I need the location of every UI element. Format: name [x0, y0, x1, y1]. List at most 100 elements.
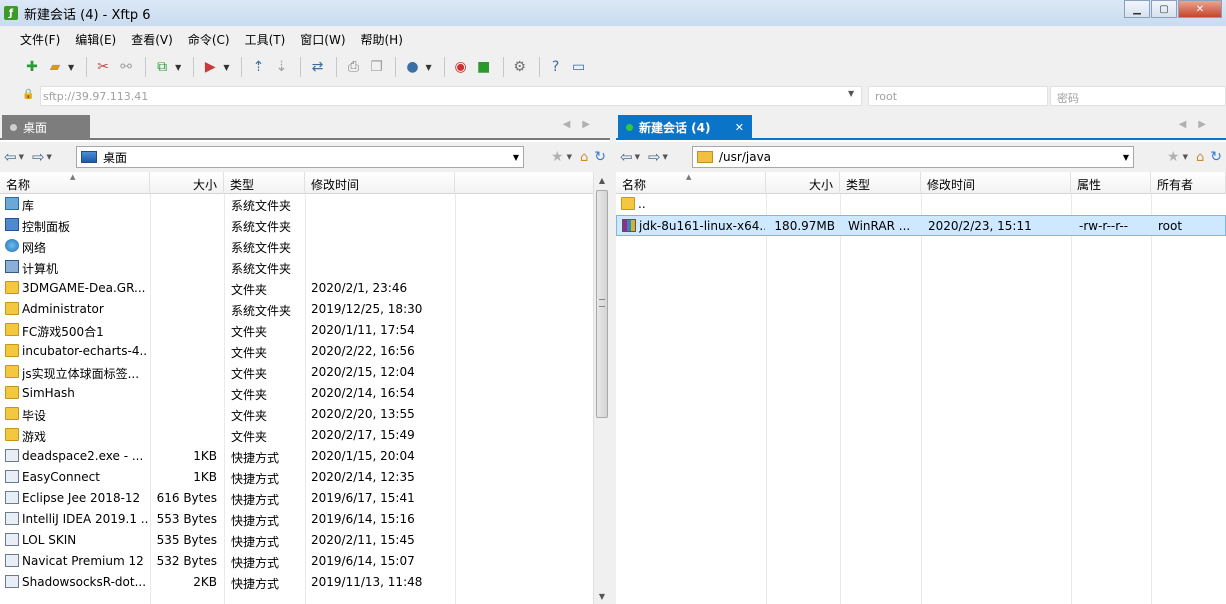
disconnect-icon[interactable]: ✂: [93, 57, 113, 77]
terminal-dropdown-icon[interactable]: ▼: [223, 63, 229, 72]
file-row[interactable]: Eclipse Jee 2018-12 616 Bytes 快捷方式 2019/6/1…: [0, 488, 610, 509]
forward-arrow-icon[interactable]: ⇨: [32, 148, 45, 166]
path-dropdown-icon[interactable]: ▼: [1123, 153, 1129, 162]
scroll-down-icon[interactable]: ▼: [594, 588, 610, 604]
xshell-icon[interactable]: ◉: [451, 57, 471, 77]
file-row[interactable]: deadspace2.exe - ... 1KB 快捷方式 2020/1/15, 20…: [0, 446, 610, 467]
menu-tools[interactable]: 工具(T): [245, 31, 286, 48]
globe-dropdown-icon[interactable]: ▼: [425, 63, 431, 72]
file-row[interactable]: Administrator 系统文件夹 2019/12/25, 18:30: [0, 299, 610, 320]
file-row[interactable]: 游戏 文件夹 2020/2/17, 15:49: [0, 425, 610, 446]
copy-icon[interactable]: ❐: [366, 57, 386, 77]
file-row[interactable]: 库 系统文件夹: [0, 194, 610, 215]
bookmark-star-icon[interactable]: ★: [551, 149, 564, 165]
remote-path-input[interactable]: /usr/java ▼: [692, 146, 1134, 168]
file-row[interactable]: IntelliJ IDEA 2019.1 ... 553 Bytes 快捷方式 201…: [0, 509, 610, 530]
tab-local-desktop[interactable]: 桌面: [2, 115, 90, 140]
column-header-size[interactable]: 大小: [766, 172, 840, 194]
column-header-type[interactable]: 类型: [224, 172, 305, 194]
close-button[interactable]: ✕: [1178, 0, 1222, 18]
column-header-attributes[interactable]: 属性: [1071, 172, 1151, 194]
refresh-icon[interactable]: ↻: [594, 149, 606, 165]
file-modified-cell: 2020/2/14, 12:35: [311, 470, 415, 484]
file-row[interactable]: FC游戏500合1 文件夹 2020/1/11, 17:54: [0, 320, 610, 341]
username-input[interactable]: root: [868, 86, 1048, 106]
tab-scroll-arrows-icon[interactable]: ◀▶: [1179, 119, 1218, 130]
file-row[interactable]: jdk-8u161-linux-x64... 180.97MB WinRAR ...…: [616, 215, 1226, 236]
upload-icon[interactable]: ⇡: [248, 57, 268, 77]
refresh-icon[interactable]: ↻: [1210, 149, 1222, 165]
local-path-input[interactable]: 桌面 ▼: [76, 146, 524, 168]
forward-dropdown-icon[interactable]: ▼: [663, 153, 668, 161]
column-header-owner[interactable]: 所有者: [1151, 172, 1226, 194]
menu-view[interactable]: 查看(V): [131, 31, 173, 48]
chat-icon[interactable]: ▭: [569, 57, 589, 77]
back-arrow-icon[interactable]: ⇦: [620, 148, 633, 166]
minimize-button[interactable]: ▁: [1124, 0, 1150, 18]
file-row[interactable]: ..: [616, 194, 1226, 215]
download-icon[interactable]: ⇣: [271, 57, 291, 77]
forward-dropdown-icon[interactable]: ▼: [47, 153, 52, 161]
toolbar-separator: [538, 57, 540, 77]
file-row[interactable]: ShadowsocksR-dot... 2KB 快捷方式 2019/11/13, 11…: [0, 572, 610, 593]
column-header-modified[interactable]: 修改时间: [305, 172, 455, 194]
back-arrow-icon[interactable]: ⇦: [4, 148, 17, 166]
xftp-app-icon[interactable]: ƒ: [4, 6, 18, 20]
column-header-size[interactable]: 大小: [150, 172, 224, 194]
file-row[interactable]: 控制面板 系统文件夹: [0, 215, 610, 236]
globe-icon[interactable]: ●: [402, 57, 422, 77]
column-header-name[interactable]: 名称 ▲: [0, 172, 150, 194]
tab-close-icon[interactable]: ✕: [735, 121, 744, 134]
menu-command[interactable]: 命令(C): [188, 31, 230, 48]
xftp-icon[interactable]: ■: [474, 57, 494, 77]
tab-remote-session[interactable]: 新建会话 (4) ✕: [618, 115, 752, 140]
scroll-thumb[interactable]: [596, 190, 608, 418]
scroll-up-icon[interactable]: ▲: [594, 172, 610, 188]
terminal-icon[interactable]: ▶: [200, 57, 220, 77]
bookmark-star-icon[interactable]: ★: [1167, 149, 1180, 165]
settings-gear-icon[interactable]: ⚙: [510, 57, 530, 77]
file-row[interactable]: EasyConnect 1KB 快捷方式 2020/2/14, 12:35: [0, 467, 610, 488]
sync-icon[interactable]: ⇄: [307, 57, 327, 77]
menu-file[interactable]: 文件(F): [20, 31, 60, 48]
password-input[interactable]: 密码: [1050, 86, 1226, 106]
file-row[interactable]: incubator-echarts-4... 文件夹 2020/2/22, 16:5…: [0, 341, 610, 362]
file-row[interactable]: 计算机 系统文件夹: [0, 257, 610, 278]
menu-window[interactable]: 窗口(W): [300, 31, 345, 48]
bookmark-dropdown-icon[interactable]: ▼: [1183, 153, 1188, 161]
back-dropdown-icon[interactable]: ▼: [19, 153, 24, 161]
file-row[interactable]: 3DMGAME-Dea.GR... 文件夹 2020/2/1, 23:46: [0, 278, 610, 299]
local-vertical-scrollbar[interactable]: ▲ ▼: [593, 172, 610, 604]
reconnect-icon[interactable]: ⚯: [116, 57, 136, 77]
column-header-type[interactable]: 类型: [840, 172, 921, 194]
host-address-input[interactable]: sftp://39.97.113.41: [40, 86, 862, 106]
file-row[interactable]: 毕设 文件夹 2020/2/20, 13:55: [0, 404, 610, 425]
open-dropdown-icon[interactable]: ▼: [68, 63, 74, 72]
forward-arrow-icon[interactable]: ⇨: [648, 148, 661, 166]
file-row[interactable]: js实现立体球面标签... 文件夹 2020/2/15, 12:04: [0, 362, 610, 383]
new-tab-icon[interactable]: ⧉: [152, 57, 172, 77]
path-dropdown-icon[interactable]: ▼: [513, 153, 519, 162]
column-header-name[interactable]: 名称 ▲: [616, 172, 766, 194]
menu-help[interactable]: 帮助(H): [361, 31, 403, 48]
address-dropdown-icon[interactable]: ▼: [848, 89, 854, 98]
file-row[interactable]: Navicat Premium 12 532 Bytes 快捷方式 2019/6/14…: [0, 551, 610, 572]
new-tab-dropdown-icon[interactable]: ▼: [175, 63, 181, 72]
print-icon[interactable]: ⎙: [343, 57, 363, 77]
home-icon[interactable]: ⌂: [1196, 150, 1204, 165]
home-icon[interactable]: ⌂: [580, 150, 588, 165]
new-session-icon[interactable]: ✚: [22, 57, 42, 77]
folder-icon: [697, 151, 713, 163]
file-modified-cell: 2019/12/25, 18:30: [311, 302, 423, 316]
maximize-button[interactable]: ▢: [1151, 0, 1177, 18]
menu-edit[interactable]: 编辑(E): [75, 31, 116, 48]
tab-scroll-arrows-icon[interactable]: ◀▶: [563, 119, 602, 130]
help-icon[interactable]: ?: [546, 57, 566, 77]
file-row[interactable]: SimHash 文件夹 2020/2/14, 16:54: [0, 383, 610, 404]
column-header-modified[interactable]: 修改时间: [921, 172, 1071, 194]
file-row[interactable]: LOL SKIN 535 Bytes 快捷方式 2020/2/11, 15:45: [0, 530, 610, 551]
bookmark-dropdown-icon[interactable]: ▼: [567, 153, 572, 161]
open-folder-icon[interactable]: ▰: [45, 57, 65, 77]
file-row[interactable]: 网络 系统文件夹: [0, 236, 610, 257]
back-dropdown-icon[interactable]: ▼: [635, 153, 640, 161]
